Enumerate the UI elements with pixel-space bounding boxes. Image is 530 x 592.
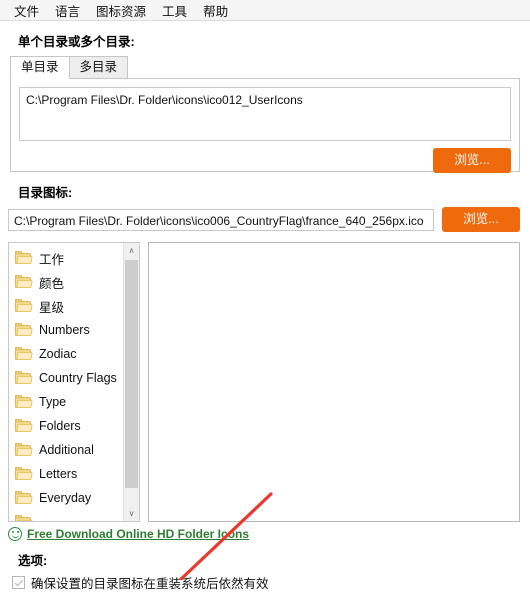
directory-mode-tabs: 单目录 多目录 — [10, 56, 530, 79]
list-item-label: 星级 — [39, 300, 65, 315]
list-item-label: 颜色 — [39, 276, 65, 291]
list-item[interactable]: 工作 — [9, 246, 123, 270]
menu-help[interactable]: 帮助 — [195, 0, 236, 22]
list-item[interactable]: 星级 — [9, 294, 123, 318]
category-list-scrollbar[interactable]: ∧ ∨ — [123, 243, 139, 521]
options-section-label: 选项: — [18, 554, 48, 568]
list-item[interactable] — [9, 510, 123, 521]
menu-language[interactable]: 语言 — [47, 0, 88, 22]
icon-category-list: 工作 颜色 星级 Numbers Zodiac Country Flags Ty… — [8, 242, 140, 522]
download-link-row: Free Download Online HD Folder Icons — [8, 527, 530, 541]
list-item[interactable]: Numbers — [9, 318, 123, 342]
menu-icon-resources[interactable]: 图标资源 — [88, 0, 154, 22]
icon-category-list-items: 工作 颜色 星级 Numbers Zodiac Country Flags Ty… — [9, 243, 123, 521]
icon-preview-pane[interactable] — [148, 242, 520, 522]
scroll-down-icon[interactable]: ∨ — [124, 506, 139, 521]
directory-tab-panel: C:\Program Files\Dr. Folder\icons\ico012… — [10, 78, 520, 173]
list-item[interactable]: 颜色 — [9, 270, 123, 294]
folder-icon — [15, 370, 33, 385]
list-item[interactable]: Everyday — [9, 486, 123, 510]
folder-icon-row: C:\Program Files\Dr. Folder\icons\ico006… — [0, 207, 520, 232]
menu-file[interactable]: 文件 — [6, 0, 47, 22]
folder-icon — [15, 298, 33, 313]
folder-icon-path-input[interactable]: C:\Program Files\Dr. Folder\icons\ico006… — [8, 208, 434, 231]
persist-icon-checkbox-label: 确保设置的目录图标在重装系统后依然有效 — [31, 577, 269, 591]
scrollbar-track[interactable] — [124, 258, 139, 506]
folder-icon — [15, 418, 33, 433]
list-item[interactable]: Country Flags — [9, 366, 123, 390]
list-item-label: Country Flags — [39, 371, 117, 385]
folder-icon — [15, 394, 33, 409]
smiley-icon — [8, 527, 22, 541]
folder-icon — [15, 490, 33, 505]
list-item-label: Folders — [39, 419, 81, 433]
list-item[interactable]: Additional — [9, 438, 123, 462]
list-item-label: 工作 — [39, 252, 65, 267]
folder-icon — [15, 346, 33, 361]
list-item-label: Zodiac — [39, 347, 77, 361]
folder-icon — [15, 466, 33, 481]
directory-path-input[interactable]: C:\Program Files\Dr. Folder\icons\ico012… — [19, 87, 511, 141]
menu-tools[interactable]: 工具 — [154, 0, 195, 22]
folder-icon — [15, 442, 33, 457]
folder-icon — [15, 322, 33, 337]
persist-icon-checkbox[interactable] — [12, 576, 25, 589]
option-persist-row[interactable]: 确保设置的目录图标在重装系统后依然有效 — [12, 573, 530, 592]
list-item[interactable]: Zodiac — [9, 342, 123, 366]
folder-icon — [15, 250, 33, 265]
scrollbar-thumb[interactable] — [125, 260, 138, 488]
folder-icon — [15, 514, 33, 521]
list-item-label: Letters — [39, 467, 78, 481]
tab-multi-directory[interactable]: 多目录 — [68, 56, 129, 78]
list-item[interactable]: Letters — [9, 462, 123, 486]
free-download-link[interactable]: Free Download Online HD Folder Icons — [27, 527, 249, 541]
list-item-label: Numbers — [39, 323, 90, 337]
list-item-label: Type — [39, 395, 67, 409]
directories-section-label: 单个目录或多个目录: — [18, 35, 135, 49]
menu-bar: 文件 语言 图标资源 工具 帮助 — [0, 0, 530, 21]
folder-icon-section-label: 目录图标: — [18, 186, 73, 200]
scroll-up-icon[interactable]: ∧ — [124, 243, 139, 258]
directory-browse-row: 浏览... — [19, 148, 511, 173]
list-item[interactable]: Folders — [9, 414, 123, 438]
directory-browse-button[interactable]: 浏览... — [433, 148, 511, 173]
list-item-label: Everyday — [39, 491, 92, 505]
list-item[interactable]: Type — [9, 390, 123, 414]
folder-icon — [15, 274, 33, 289]
folder-icon-browse-button[interactable]: 浏览... — [442, 207, 520, 232]
tab-single-directory[interactable]: 单目录 — [10, 56, 70, 79]
list-item-label: Additional — [39, 443, 94, 457]
icon-browser: 工作 颜色 星级 Numbers Zodiac Country Flags Ty… — [8, 242, 520, 522]
